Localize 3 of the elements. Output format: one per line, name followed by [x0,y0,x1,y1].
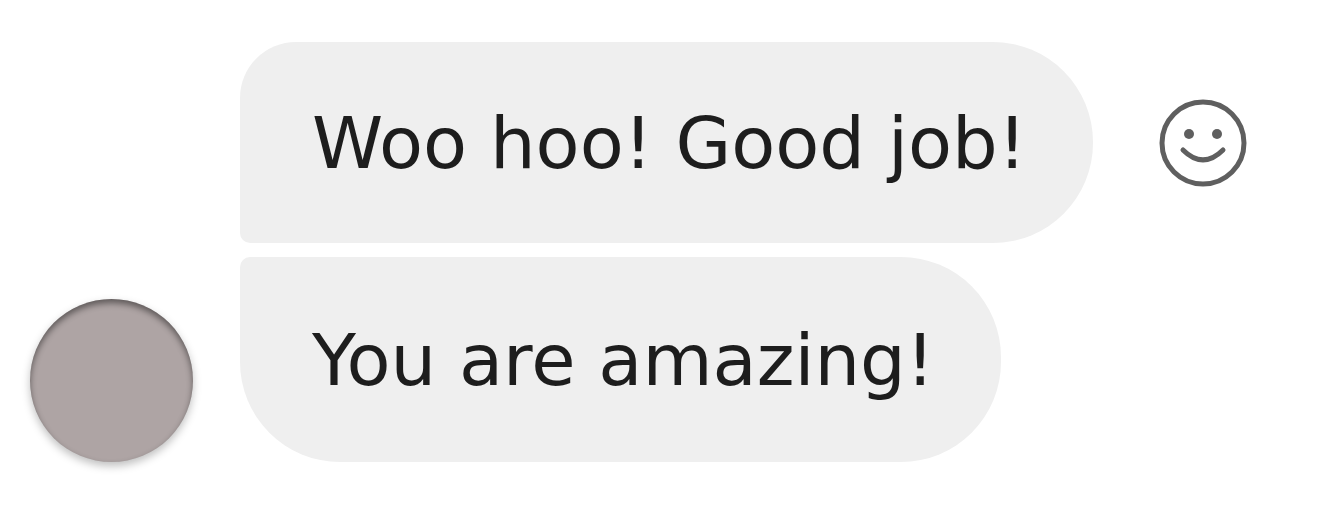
message-bubble: You are amazing! [240,257,1001,462]
smiley-icon[interactable] [1157,97,1248,188]
message-bubble: Woo hoo! Good job! [240,42,1093,243]
